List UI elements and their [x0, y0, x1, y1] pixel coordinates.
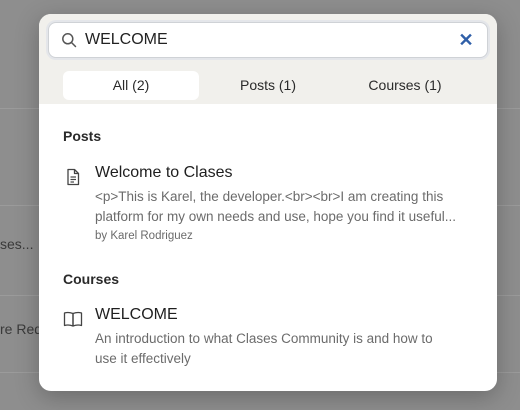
- search-modal: ✕ All (2) Posts (1) Courses (1) Posts We…: [39, 14, 497, 391]
- background-text: re Req: [0, 321, 43, 337]
- result-title: WELCOME: [95, 306, 178, 323]
- result-excerpt: <p>This is Karel, the developer.<br><br>…: [95, 187, 480, 227]
- result-item-post[interactable]: Welcome to Clases <p>This is Karel, the …: [63, 164, 483, 248]
- search-icon: [62, 33, 77, 48]
- result-description-line: use it effectively: [95, 351, 191, 366]
- tab-courses[interactable]: Courses (1): [337, 71, 473, 100]
- section-title-posts: Posts: [63, 128, 102, 144]
- tab-posts[interactable]: Posts (1): [200, 71, 336, 100]
- search-input[interactable]: [85, 29, 445, 51]
- tab-all[interactable]: All (2): [63, 71, 199, 100]
- result-description: An introduction to what Clases Community…: [95, 329, 480, 369]
- result-description-line: An introduction to what Clases Community…: [95, 331, 433, 346]
- result-author: by Karel Rodriguez: [95, 230, 193, 242]
- book-icon: [63, 311, 83, 327]
- section-title-courses: Courses: [63, 271, 120, 287]
- search-box[interactable]: ✕: [48, 22, 488, 58]
- close-icon[interactable]: ✕: [457, 31, 475, 49]
- result-excerpt-line: platform for my own needs and use, hope …: [95, 209, 456, 224]
- result-excerpt-line: <p>This is Karel, the developer.<br><br>…: [95, 189, 444, 204]
- filter-tabs: All (2) Posts (1) Courses (1): [39, 68, 497, 104]
- document-icon: [67, 168, 80, 186]
- result-item-course[interactable]: WELCOME An introduction to what Clases C…: [63, 306, 483, 370]
- background-text: ses...: [0, 236, 34, 252]
- result-title: Welcome to Clases: [95, 164, 233, 181]
- search-header: ✕: [39, 14, 497, 68]
